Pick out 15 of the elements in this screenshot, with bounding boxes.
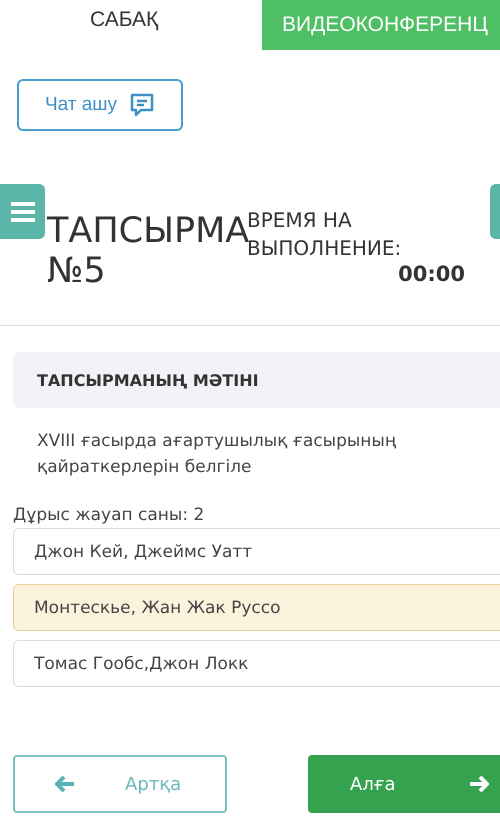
task-text-heading: ТАПСЫРМАНЫҢ МӘТІНІ — [37, 370, 259, 390]
task-number: №5 — [47, 251, 107, 291]
task-title: ТАПСЫРМА — [47, 211, 247, 251]
answer-option[interactable]: Джон Кей, Джеймс Уатт — [13, 528, 500, 575]
arrow-left-icon — [55, 776, 75, 792]
menu-icon — [10, 200, 36, 222]
timer-value: 00:00 — [398, 262, 465, 286]
arrow-right-icon — [469, 776, 490, 792]
chat-button[interactable]: Чат ашу — [17, 79, 183, 131]
question-text: XVIII ғасырда ағартушылық ғасырының қайраткерлерін белгіле — [37, 430, 398, 479]
answer-option[interactable]: Томас Гообс,Джон Локк — [13, 640, 500, 687]
chat-icon — [129, 92, 156, 118]
menu-button[interactable] — [0, 184, 45, 239]
answer-option[interactable]: Монтескье, Жан Жак Руссо — [13, 584, 500, 631]
answer-count: Дұрыс жауап саны: 2 — [13, 504, 206, 526]
